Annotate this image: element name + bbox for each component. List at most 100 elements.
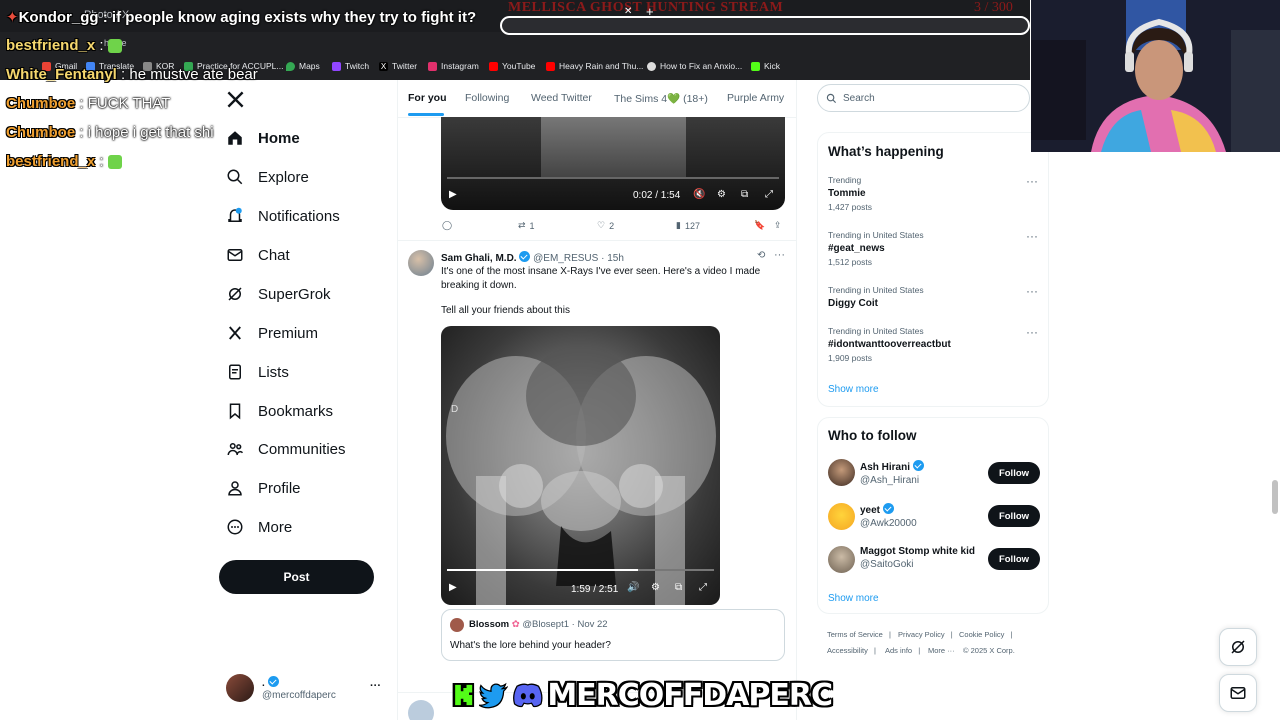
bookmark-button[interactable]: 🔖 (754, 220, 765, 231)
nav-lists[interactable]: Lists (226, 363, 289, 381)
settings-icon[interactable]: ⚙ (651, 582, 660, 593)
trend-item[interactable]: Trending in United States Diggy Coit (828, 285, 924, 309)
volume-icon[interactable]: 🔊 (627, 582, 639, 593)
show-more-link[interactable]: Show more (828, 593, 879, 604)
avatar[interactable] (408, 700, 434, 720)
fullscreen-icon[interactable]: ⤢ (765, 189, 773, 200)
author-name[interactable]: Sam Ghali, M.D. (441, 253, 517, 264)
bookmark-twitch[interactable]: Twitch (332, 61, 369, 71)
bookmark-kick[interactable]: Kick (751, 61, 780, 71)
play-icon[interactable]: ▶ (449, 582, 457, 593)
streamer-banner: MERCOFFDAPERC (452, 672, 833, 718)
volume-icon[interactable]: 🔇 (693, 189, 705, 200)
trend-item[interactable]: Trending in United States #geat_news 1,5… (828, 230, 924, 267)
footer-link[interactable]: More ··· (928, 646, 955, 655)
nav-premium[interactable]: Premium (226, 324, 318, 342)
nav-label: Notifications (258, 207, 340, 225)
nav-communities[interactable]: Communities (226, 440, 346, 458)
webcam-overlay (1031, 0, 1280, 152)
xray-image (446, 346, 716, 605)
nav-bookmarks[interactable]: Bookmarks (226, 402, 333, 420)
xray-marker: D (451, 404, 459, 415)
follow-suggestion[interactable]: yeet @Awk20000 (860, 503, 917, 529)
section-title: Who to follow (828, 428, 917, 443)
x-logo-icon[interactable] (226, 90, 245, 109)
chat-message: Chumboe : i hope i get that shi (6, 124, 214, 141)
more-icon[interactable]: ··· (774, 249, 785, 261)
account-menu-icon[interactable]: ··· (370, 680, 381, 692)
retweet-button[interactable]: ⇄ 1 (518, 220, 535, 231)
views-button[interactable]: ▮ 127 (676, 220, 700, 231)
author-handle[interactable]: @EM_RESUS (533, 253, 598, 264)
post-button[interactable]: Post (219, 560, 374, 594)
post-time[interactable]: 15h (607, 253, 624, 264)
play-icon[interactable]: ▶ (449, 189, 457, 200)
bookmark-icon (229, 403, 241, 420)
follow-suggestion[interactable]: Ash Hirani @Ash_Hirani (860, 460, 924, 486)
more-icon[interactable]: ··· (1026, 229, 1038, 243)
follow-button[interactable]: Follow (988, 505, 1040, 527)
reply-button[interactable]: ◯ (442, 220, 456, 231)
nav-supergrok[interactable]: SuperGrok (226, 285, 331, 303)
bookmark-youtube[interactable]: YouTube (489, 61, 535, 71)
settings-icon[interactable]: ⚙ (717, 189, 726, 200)
quote-header: Blossom ✿ @Blosept1 · Nov 22 (469, 619, 608, 630)
like-button[interactable]: ♡ 2 (597, 220, 614, 231)
grok-button[interactable] (1219, 628, 1257, 666)
bookmark-twitter[interactable]: X Twitter (379, 61, 417, 71)
trend-item[interactable]: Trending Tommie 1,427 posts (828, 175, 872, 212)
whats-happening-card: What’s happening Trending Tommie 1,427 p… (817, 132, 1049, 407)
more-icon[interactable]: ··· (1026, 325, 1038, 339)
quoted-post[interactable]: Blossom ✿ @Blosept1 · Nov 22 What's the … (441, 609, 785, 661)
nav-chat[interactable]: Chat (226, 246, 290, 264)
more-icon[interactable]: ··· (1026, 284, 1038, 298)
chat-badge-icon: ✦ (6, 9, 19, 26)
new-tab-icon[interactable]: + (646, 4, 654, 19)
bookmark-anxiety[interactable]: How to Fix an Anxio... (647, 61, 742, 71)
close-tab-icon[interactable]: ✕ (624, 6, 632, 17)
footer-link[interactable]: Ads info | (885, 646, 924, 655)
search-input[interactable]: Search (817, 84, 1030, 112)
nav-explore[interactable]: Explore (226, 168, 309, 186)
tab-purple-army[interactable]: Purple Army (727, 92, 784, 104)
tab-following[interactable]: Following (465, 92, 509, 104)
video-player[interactable]: ▶ 0:02 / 1:54 🔇 ⚙ ⧉ ⤢ (441, 117, 785, 210)
avatar[interactable] (408, 250, 434, 276)
bookmark-maps[interactable]: Maps (286, 61, 320, 71)
footer-link[interactable]: Accessibility | (827, 646, 880, 655)
follow-button[interactable]: Follow (988, 548, 1040, 570)
nav-more[interactable]: More (226, 518, 292, 536)
footer-link[interactable]: Terms of Service | (827, 630, 895, 639)
nav-profile[interactable]: Profile (226, 479, 301, 497)
share-button[interactable]: ⇪ (774, 220, 782, 231)
post-text-secondary: Tell all your friends about this (441, 305, 570, 316)
follow-button[interactable]: Follow (988, 462, 1040, 484)
video-progress-bar[interactable] (447, 177, 779, 179)
follow-suggestion[interactable]: Maggot Stomp white kid @SaitoGoki (860, 546, 975, 570)
page-scrollbar[interactable] (1272, 480, 1278, 514)
avatar[interactable] (828, 459, 855, 486)
tab-for-you[interactable]: For you (408, 92, 447, 104)
fullscreen-icon[interactable]: ⤢ (699, 582, 707, 593)
pip-icon[interactable]: ⧉ (675, 582, 682, 593)
grok-icon[interactable]: ⟲ (757, 250, 765, 261)
nav-home[interactable]: Home (226, 129, 300, 147)
avatar[interactable] (828, 503, 855, 530)
url-bar[interactable] (500, 16, 1030, 35)
trend-item[interactable]: Trending in United States #idontwanttoov… (828, 326, 951, 363)
footer-link[interactable]: Cookie Policy | (959, 630, 1016, 639)
messages-button[interactable] (1219, 674, 1257, 712)
bookmark-instagram[interactable]: Instagram (428, 61, 479, 71)
avatar[interactable] (828, 546, 855, 573)
avatar[interactable] (226, 674, 254, 702)
xray-video-player[interactable]: D ▶ 1:59 / 2:51 🔊 ⚙ ⧉ ⤢ (441, 326, 720, 605)
footer-link[interactable]: Privacy Policy | (898, 630, 957, 639)
pip-icon[interactable]: ⧉ (741, 189, 748, 200)
tab-sims[interactable]: The Sims 4💚 (18+) (614, 92, 708, 105)
tab-weed-twitter[interactable]: Weed Twitter (531, 92, 592, 104)
youtube-icon (489, 61, 498, 71)
bookmark-heavy-rain[interactable]: Heavy Rain and Thu... (546, 61, 643, 71)
nav-notifications[interactable]: Notifications (226, 207, 340, 225)
more-icon[interactable]: ··· (1026, 174, 1038, 188)
show-more-link[interactable]: Show more (828, 384, 879, 395)
